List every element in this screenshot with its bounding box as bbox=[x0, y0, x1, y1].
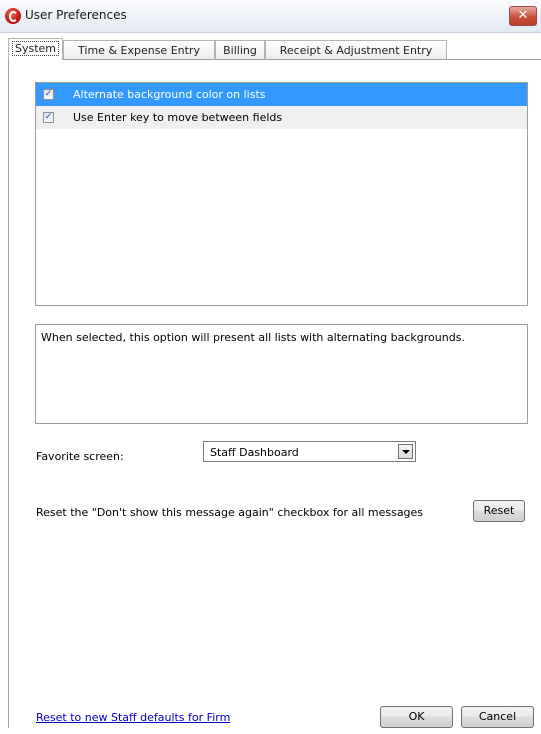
close-button[interactable]: ✕ bbox=[509, 6, 537, 26]
system-tab-panel: ✓ Alternate background color on lists ✓ … bbox=[8, 59, 541, 728]
title-bar: User Preferences ✕ bbox=[0, 0, 541, 33]
list-item[interactable]: ✓ Use Enter key to move between fields bbox=[36, 106, 527, 129]
window-title: User Preferences bbox=[25, 8, 127, 22]
ok-button[interactable]: OK bbox=[380, 706, 453, 728]
tab-receipt-adjustment-entry[interactable]: Receipt & Adjustment Entry bbox=[265, 40, 447, 59]
options-list[interactable]: ✓ Alternate background color on lists ✓ … bbox=[35, 82, 528, 306]
favorite-screen-select[interactable]: Staff Dashboard bbox=[203, 441, 416, 462]
tab-strip: System Time & Expense Entry Billing Rece… bbox=[0, 38, 541, 60]
app-logo-icon bbox=[5, 8, 21, 24]
favorite-screen-value: Staff Dashboard bbox=[210, 446, 299, 459]
favorite-screen-label: Favorite screen: bbox=[36, 450, 124, 463]
checkbox-alternate-background[interactable]: ✓ bbox=[43, 89, 54, 100]
list-item[interactable]: ✓ Alternate background color on lists bbox=[36, 83, 527, 106]
tab-time-expense-entry[interactable]: Time & Expense Entry bbox=[63, 40, 215, 59]
ok-button-label: OK bbox=[408, 710, 425, 723]
user-preferences-window: User Preferences ✕ System Time & Expense… bbox=[0, 0, 541, 734]
chevron-down-icon[interactable] bbox=[398, 444, 413, 459]
reset-button-label: Reset bbox=[483, 504, 515, 517]
option-label: Alternate background color on lists bbox=[73, 88, 266, 101]
tab-system[interactable]: System bbox=[8, 38, 63, 60]
checkbox-enter-key[interactable]: ✓ bbox=[43, 112, 54, 123]
description-box: When selected, this option will present … bbox=[35, 324, 528, 424]
cancel-button-label: Cancel bbox=[478, 710, 517, 723]
cancel-button[interactable]: Cancel bbox=[461, 706, 534, 728]
tab-billing[interactable]: Billing bbox=[215, 40, 265, 59]
reset-staff-defaults-link[interactable]: Reset to new Staff defaults for Firm bbox=[36, 711, 230, 724]
reset-button[interactable]: Reset bbox=[473, 500, 525, 522]
option-label: Use Enter key to move between fields bbox=[73, 111, 283, 124]
reset-messages-label: Reset the "Don't show this message again… bbox=[36, 506, 424, 519]
tab-system-label: System bbox=[11, 41, 60, 56]
description-text: When selected, this option will present … bbox=[41, 331, 465, 344]
